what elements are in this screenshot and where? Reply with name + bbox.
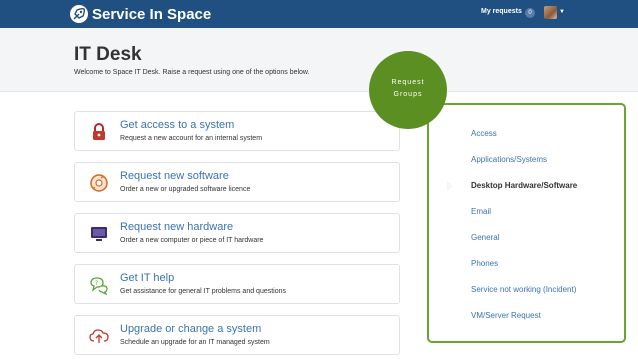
svg-text:?: ? xyxy=(95,280,98,287)
lock-icon xyxy=(89,122,109,142)
group-item-access[interactable]: Access xyxy=(471,129,497,138)
brand-name: Service In Space xyxy=(92,5,212,23)
request-type-card[interactable]: Get access to a system Request a new acc… xyxy=(74,111,400,151)
monitor-icon xyxy=(89,224,109,244)
page-subtitle: Welcome to Space IT Desk. Raise a reques… xyxy=(74,69,310,76)
request-type-description: Order a new computer or piece of IT hard… xyxy=(120,237,264,244)
request-groups-panel: Access Applications/Systems Desktop Hard… xyxy=(427,103,626,343)
request-type-card[interactable]: Request new hardware Order a new compute… xyxy=(74,213,400,253)
page-title: IT Desk xyxy=(74,44,142,65)
request-type-description: Order a new or upgraded software licence xyxy=(120,186,251,193)
request-type-title[interactable]: Upgrade or change a system xyxy=(120,323,261,335)
request-groups-callout: Request Groups xyxy=(369,51,447,129)
group-item-desktop-hardware-software[interactable]: Desktop Hardware/Software xyxy=(471,181,577,190)
group-item-phones[interactable]: Phones xyxy=(471,259,498,268)
group-item-general[interactable]: General xyxy=(471,233,499,242)
rocket-logo-icon xyxy=(70,5,88,23)
user-avatar[interactable] xyxy=(544,6,557,19)
request-type-title[interactable]: Request new software xyxy=(120,170,229,182)
active-group-pointer xyxy=(447,181,453,191)
group-item-service-not-working[interactable]: Service not working (Incident) xyxy=(471,285,576,294)
chat-help-icon: ? xyxy=(89,275,109,296)
request-type-title[interactable]: Request new hardware xyxy=(120,221,233,233)
request-type-description: Get assistance for general IT problems a… xyxy=(120,288,287,295)
group-item-vm-server-request[interactable]: VM/Server Request xyxy=(471,311,541,320)
group-item-applications-systems[interactable]: Applications/Systems xyxy=(471,155,547,164)
request-type-card[interactable]: ? Get IT help Get assistance for general… xyxy=(74,264,400,304)
my-requests-link[interactable]: My requests xyxy=(481,8,522,15)
request-type-description: Request a new account for an internal sy… xyxy=(120,135,263,142)
request-type-card[interactable]: Request new software Order a new or upgr… xyxy=(74,162,400,202)
chevron-down-icon[interactable]: ▼ xyxy=(559,9,565,15)
my-requests-count-badge: 0 xyxy=(525,8,535,18)
request-type-title[interactable]: Get IT help xyxy=(120,272,174,284)
cloud-upload-icon xyxy=(89,326,109,346)
callout-line-2: Groups xyxy=(393,91,423,98)
request-type-description: Schedule an upgrade for an IT managed sy… xyxy=(120,339,270,346)
software-disc-icon xyxy=(89,173,109,193)
brand-link[interactable]: Service In Space xyxy=(70,4,211,24)
callout-line-1: Request xyxy=(391,79,425,86)
request-type-title[interactable]: Get access to a system xyxy=(120,119,234,131)
group-item-email[interactable]: Email xyxy=(471,207,491,216)
top-navigation-bar: Service In Space My requests 0 ▼ xyxy=(0,0,638,28)
request-type-card[interactable]: Upgrade or change a system Schedule an u… xyxy=(74,315,400,355)
page-header: IT Desk Welcome to Space IT Desk. Raise … xyxy=(0,28,638,92)
